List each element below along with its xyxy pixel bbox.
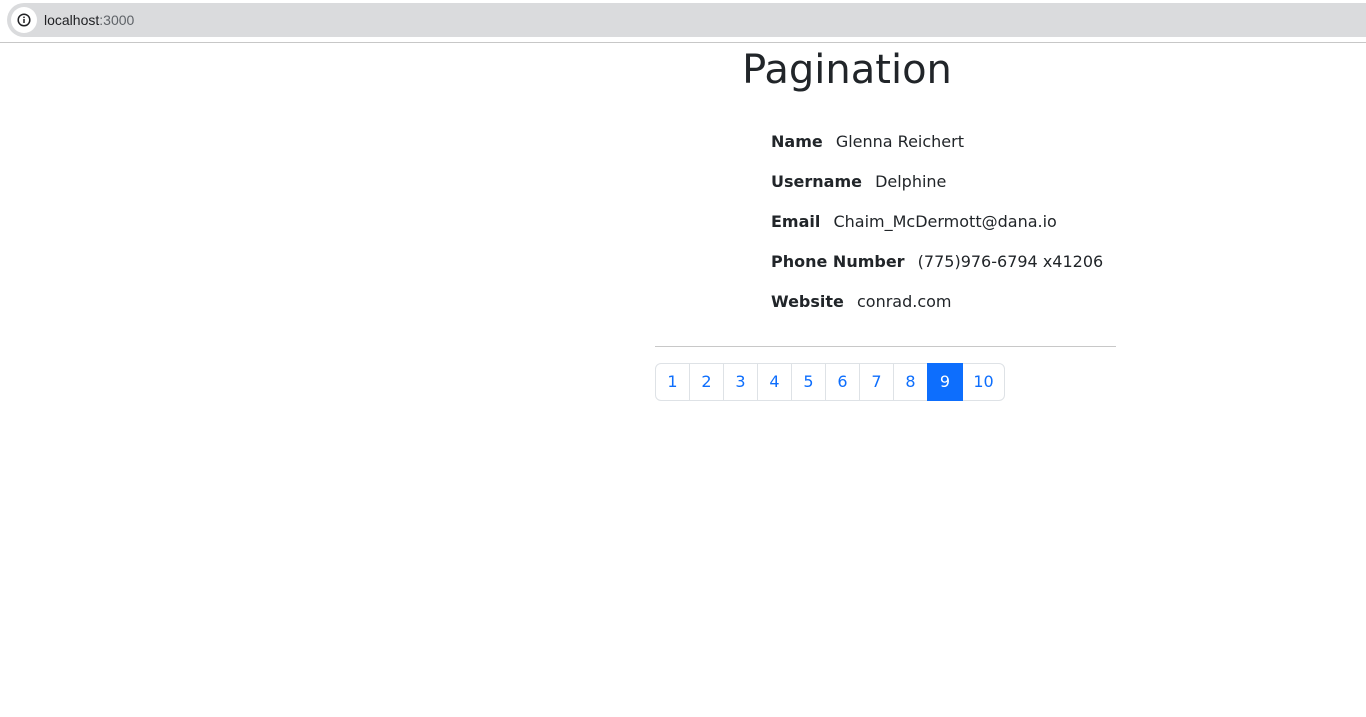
page-item: 3: [723, 363, 758, 401]
omnibox[interactable]: localhost:3000: [7, 3, 1366, 37]
url-port: :3000: [99, 12, 135, 28]
detail-row-website: Website conrad.com: [771, 292, 1103, 332]
page-link-7[interactable]: 7: [859, 363, 894, 401]
email-value: Chaim_McDermott@dana.io: [833, 212, 1057, 231]
page-item: 7: [859, 363, 894, 401]
url-text[interactable]: localhost:3000: [44, 12, 134, 28]
page-item: 8: [893, 363, 928, 401]
page-link-10[interactable]: 10: [962, 363, 1005, 401]
detail-row-name: Name Glenna Reichert: [771, 132, 1103, 172]
page-item: 2: [689, 363, 724, 401]
page-title: Pagination: [742, 47, 952, 93]
page-link-8[interactable]: 8: [893, 363, 928, 401]
page-item: 1: [655, 363, 690, 401]
detail-row-email: Email Chaim_McDermott@dana.io: [771, 212, 1103, 252]
page-item: 10: [962, 363, 1005, 401]
website-value: conrad.com: [856, 292, 952, 311]
name-value: Glenna Reichert: [835, 132, 964, 151]
user-details: Name Glenna Reichert Username Delphine E…: [771, 132, 1103, 332]
page-item: 9: [927, 363, 963, 401]
page-link-2[interactable]: 2: [689, 363, 724, 401]
website-label: Website: [771, 292, 844, 311]
pagination: 1 2 3 4 5 6 7 8 9 10: [655, 363, 1005, 401]
url-host: localhost: [44, 12, 100, 28]
email-label: Email: [771, 212, 821, 231]
page-item: 5: [791, 363, 826, 401]
divider: [655, 346, 1116, 347]
info-icon[interactable]: [11, 7, 37, 33]
page-link-3[interactable]: 3: [723, 363, 758, 401]
page-link-4[interactable]: 4: [757, 363, 792, 401]
page-link-5[interactable]: 5: [791, 363, 826, 401]
page-link-active[interactable]: 9: [927, 363, 963, 401]
detail-row-phone: Phone Number (775)976-6794 x41206: [771, 252, 1103, 292]
browser-address-bar: localhost:3000: [0, 0, 1366, 43]
phone-value: (775)976-6794 x41206: [917, 252, 1104, 271]
page-link-6[interactable]: 6: [825, 363, 860, 401]
page-link-1[interactable]: 1: [655, 363, 690, 401]
username-value: Delphine: [875, 172, 947, 191]
username-label: Username: [771, 172, 862, 191]
page-item: 6: [825, 363, 860, 401]
name-label: Name: [771, 132, 823, 151]
detail-row-username: Username Delphine: [771, 172, 1103, 212]
phone-label: Phone Number: [771, 252, 905, 271]
page-item: 4: [757, 363, 792, 401]
